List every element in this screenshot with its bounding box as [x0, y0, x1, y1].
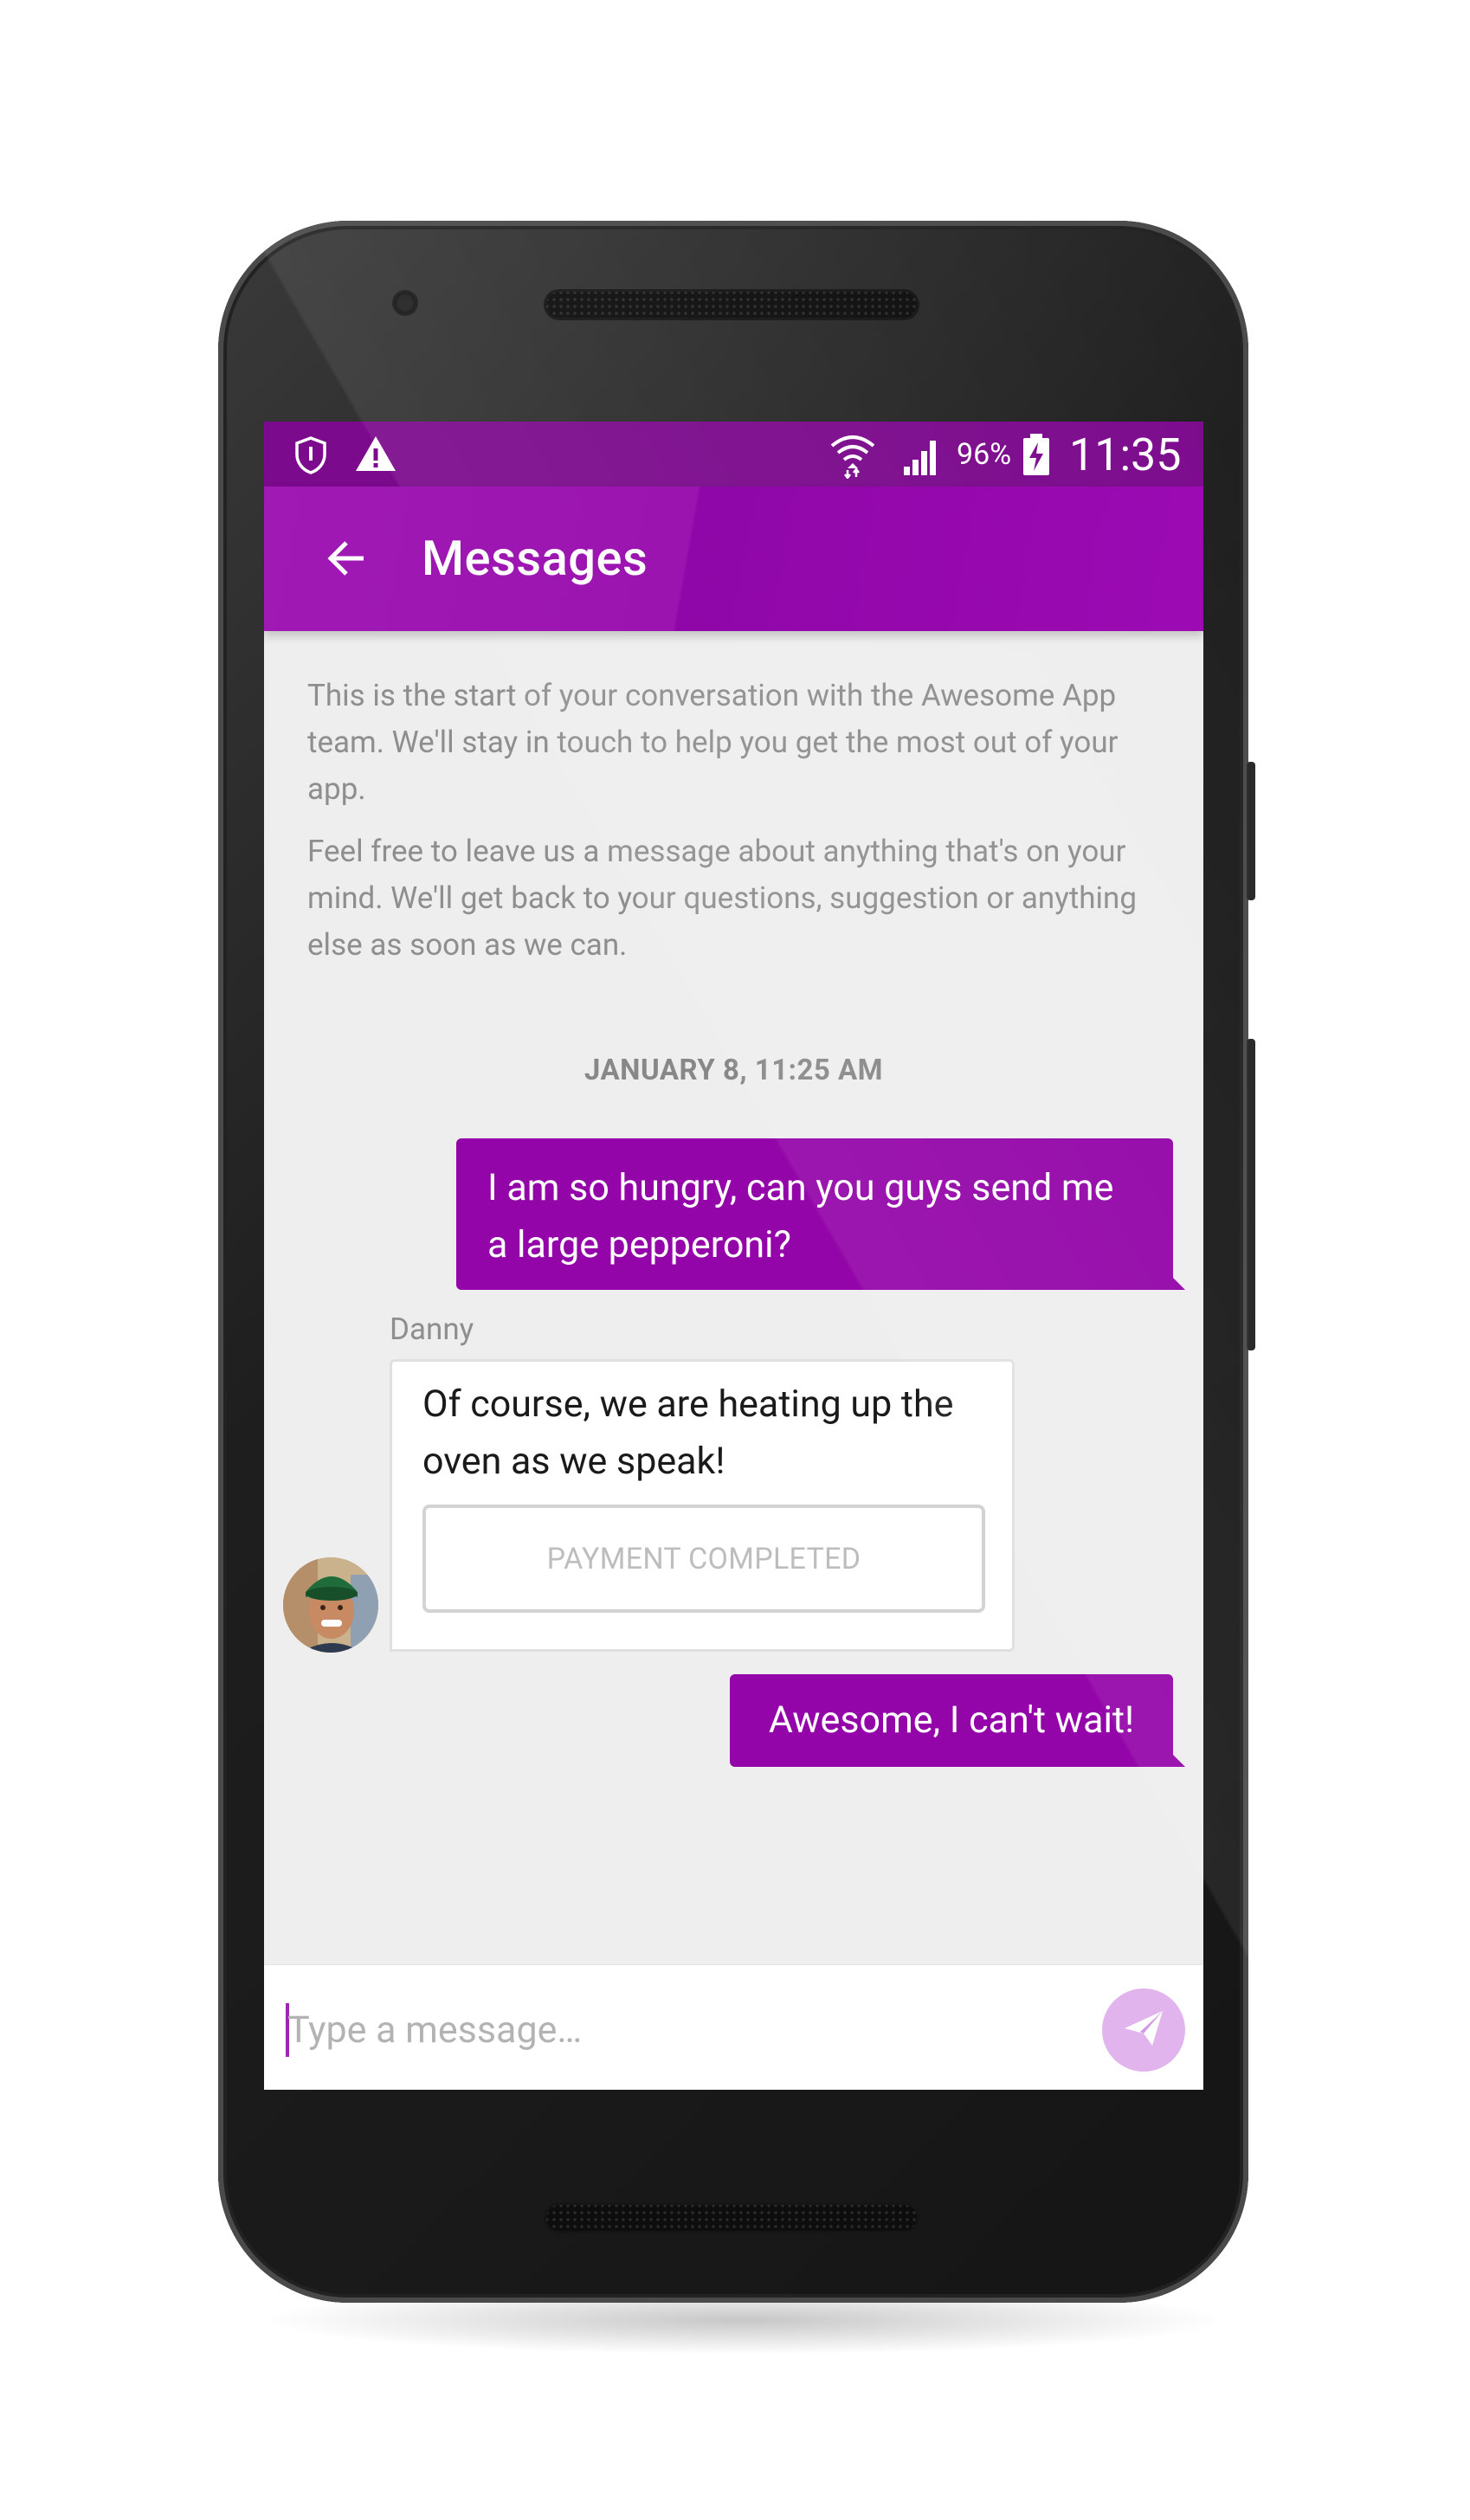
- signal-icon: [900, 434, 944, 480]
- sender-name: Danny: [390, 1312, 474, 1347]
- conversation-timestamp: JANUARY 8, 11:25 AM: [583, 1054, 884, 1087]
- battery-percent: 96%: [957, 437, 1012, 472]
- warning-icon: [354, 434, 397, 477]
- send-icon: [1121, 2006, 1166, 2054]
- screen: 96% 11:35 Messages This is the start of …: [264, 422, 1203, 2090]
- message-text: Awesome, I can't wait!: [768, 1698, 1135, 1742]
- app-bar: Messages: [264, 487, 1203, 631]
- page-title: Messages: [422, 530, 648, 587]
- top-speaker: [544, 289, 919, 320]
- payment-completed-button[interactable]: PAYMENT COMPLETED: [422, 1505, 985, 1613]
- bubble-tail: [1170, 1274, 1185, 1290]
- message-outgoing[interactable]: I am so hungry, can you guys send me a l…: [456, 1138, 1185, 1290]
- message-composer: [264, 1964, 1203, 2090]
- message-outgoing[interactable]: Awesome, I can't wait!: [730, 1674, 1185, 1767]
- intro-paragraph-1: This is the start of your conversation w…: [307, 678, 1119, 807]
- bubble-tail: [1170, 1751, 1185, 1767]
- message-incoming[interactable]: Of course, we are heating up the oven as…: [390, 1359, 1015, 1652]
- battery-charging-icon: [1022, 432, 1051, 480]
- wifi-icon: [828, 430, 877, 482]
- volume-button: [1247, 1039, 1255, 1350]
- intro-paragraph-2: Feel free to leave us a message about an…: [307, 834, 1138, 963]
- bottom-speaker: [544, 2202, 919, 2233]
- send-button[interactable]: [1102, 1988, 1185, 2072]
- message-text: I am so hungry, can you guys send me a l…: [487, 1166, 1114, 1266]
- arrow-back-icon: [322, 534, 371, 586]
- status-bar: 96% 11:35: [264, 422, 1203, 487]
- back-button[interactable]: [307, 521, 385, 599]
- clock: 11:35: [1069, 429, 1182, 481]
- front-camera: [395, 293, 416, 313]
- message-input[interactable]: [286, 1995, 1068, 2066]
- shield-icon: [292, 435, 330, 479]
- power-button: [1247, 762, 1255, 900]
- avatar[interactable]: [283, 1557, 378, 1653]
- message-text: Of course, we are heating up the oven as…: [422, 1382, 954, 1483]
